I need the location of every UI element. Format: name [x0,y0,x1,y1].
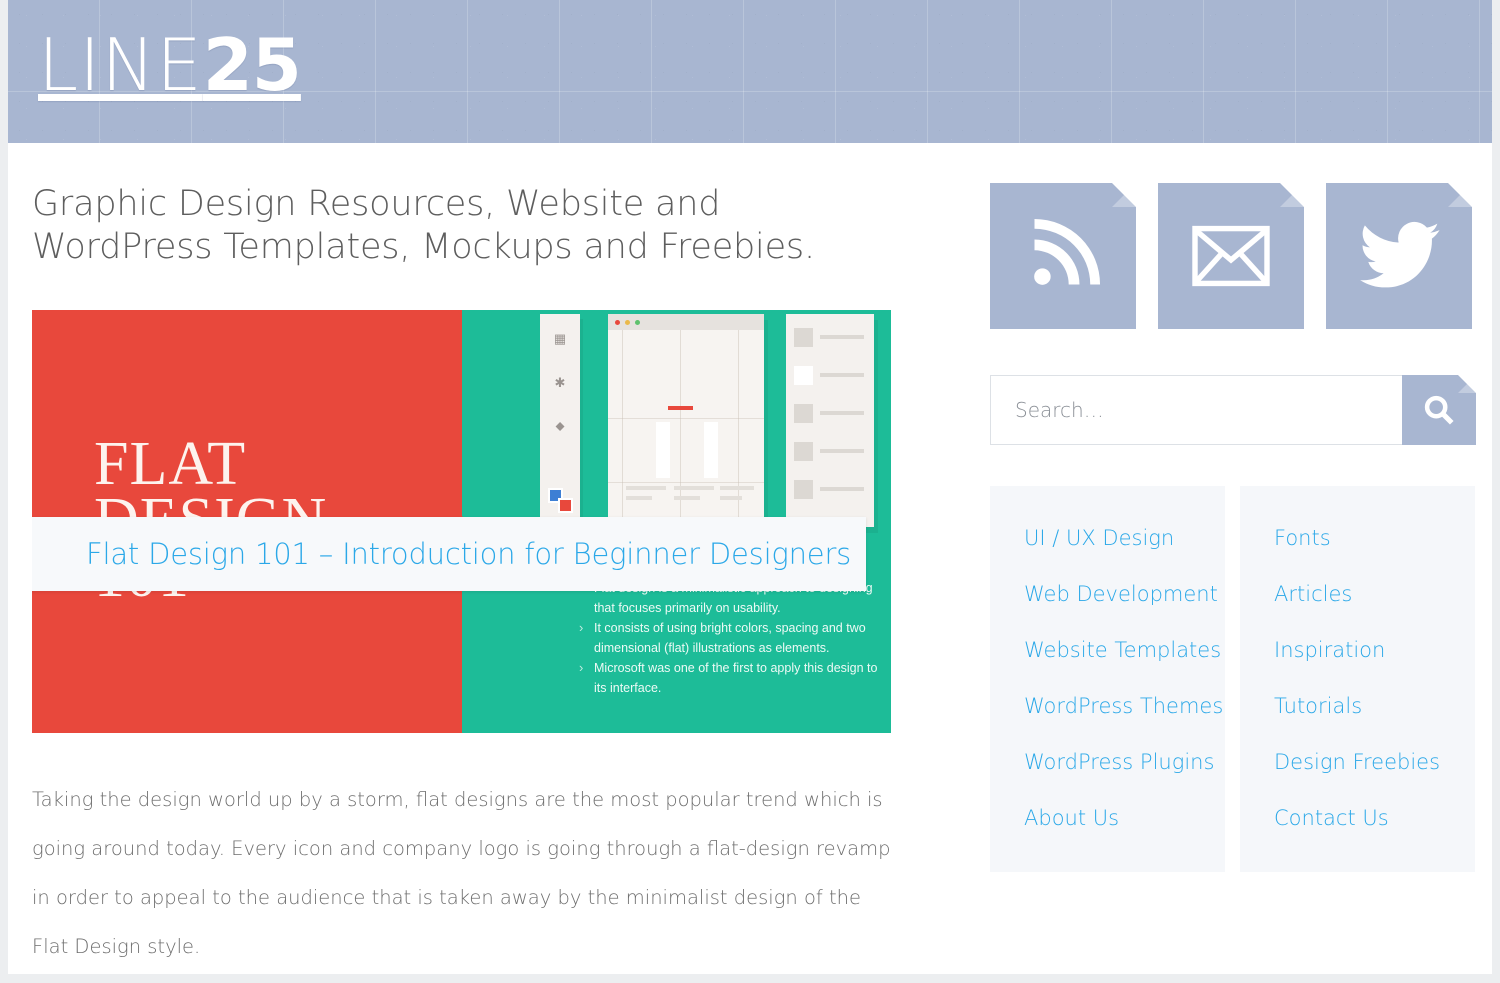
content-column [656,422,670,478]
post-excerpt: Taking the design world up by a storm, f… [32,788,891,958]
featured-post-title-link[interactable]: Flat Design 101 – Introduction for Begin… [86,537,851,571]
category-link-articles[interactable]: Articles [1240,566,1475,622]
twitter-icon[interactable] [1326,183,1472,329]
corner-fold-shadow [1280,183,1304,207]
page-title: Graphic Design Resources, Website and Wo… [32,184,815,267]
sidebar: UI / UX Design Web Development Website T… [990,183,1476,872]
corner-fold-shadow [1458,375,1476,393]
list-item: It consists of using bright colors, spac… [577,618,879,658]
category-link-about-us[interactable]: About Us [990,790,1225,846]
category-column-left: UI / UX Design Web Development Website T… [990,486,1225,872]
featured-image[interactable]: FLAT DESIGN 101 ▦ ✱ ⬥ [32,310,891,733]
category-link-ui-ux-design[interactable]: UI / UX Design [990,510,1225,566]
corner-fold-shadow [1448,183,1472,207]
category-link-inspiration[interactable]: Inspiration [1240,622,1475,678]
category-link-website-templates[interactable]: Website Templates [990,622,1225,678]
featured-bullet-list: Flat design is a minimalistic approach t… [577,578,879,699]
minimize-dot-icon [625,320,630,325]
window-titlebar [608,314,764,330]
layer-label [820,411,864,415]
tools-panel: ▦ ✱ ⬥ [540,314,580,527]
corner-fold-shadow [1112,183,1136,207]
category-link-wordpress-plugins[interactable]: WordPress Plugins [990,734,1225,790]
guide-line [622,330,623,527]
guide-line [608,418,764,419]
text-line [720,496,742,500]
search-button[interactable] [1402,375,1476,445]
category-lists: UI / UX Design Web Development Website T… [990,486,1476,872]
rss-icon[interactable] [990,183,1136,329]
text-line [626,496,652,500]
logo-text-light: LINE [38,23,203,107]
site-header: LINE25 [8,0,1492,143]
featured-title-overlay: Flat Design 101 – Introduction for Begin… [32,517,866,591]
background-color-swatch [558,498,573,513]
logo-text-bold: 25 [202,23,302,107]
layer-label [820,335,864,339]
histogram-icon: ▦ [553,331,567,346]
layer-thumbnail [794,328,813,347]
content-column [704,422,718,478]
content-area: Graphic Design Resources, Website and Wo… [8,143,1492,974]
search-input[interactable] [990,375,1402,445]
droplet-icon: ⬥ [555,418,565,433]
text-line [674,496,700,500]
layer-thumbnail [794,480,813,499]
guide-line [608,482,764,483]
category-link-web-development[interactable]: Web Development [990,566,1225,622]
category-link-design-freebies[interactable]: Design Freebies [1240,734,1475,790]
site-logo[interactable]: LINE25 [38,27,302,104]
search-icon [1424,395,1454,425]
text-line [720,486,754,490]
search-bar [990,375,1476,445]
layer-label [820,449,864,453]
close-dot-icon [615,320,620,325]
text-line [674,486,714,490]
category-link-tutorials[interactable]: Tutorials [1240,678,1475,734]
document-window [608,314,764,527]
layer-thumbnail [794,404,813,423]
layer-thumbnail [794,366,813,385]
page-root: LINE25 Graphic Design Resources, Website… [0,0,1500,983]
layer-label [820,373,864,377]
text-line [626,486,666,490]
list-item: Microsoft was one of the first to apply … [577,658,879,698]
maximize-dot-icon [635,320,640,325]
social-icons-row [990,183,1476,329]
layer-thumbnail [794,442,813,461]
category-column-right: Fonts Articles Inspiration Tutorials Des… [1240,486,1475,872]
email-icon[interactable] [1158,183,1304,329]
category-link-fonts[interactable]: Fonts [1240,510,1475,566]
main-column: Graphic Design Resources, Website and Wo… [32,183,916,971]
featured-headline-line-1: FLAT [94,430,247,498]
layers-panel [786,314,874,527]
accent-bar [668,406,693,410]
pen-tool-icon: ✱ [554,375,566,390]
category-link-contact-us[interactable]: Contact Us [1240,790,1475,846]
layer-label [820,487,864,491]
category-link-wordpress-themes[interactable]: WordPress Themes [990,678,1225,734]
